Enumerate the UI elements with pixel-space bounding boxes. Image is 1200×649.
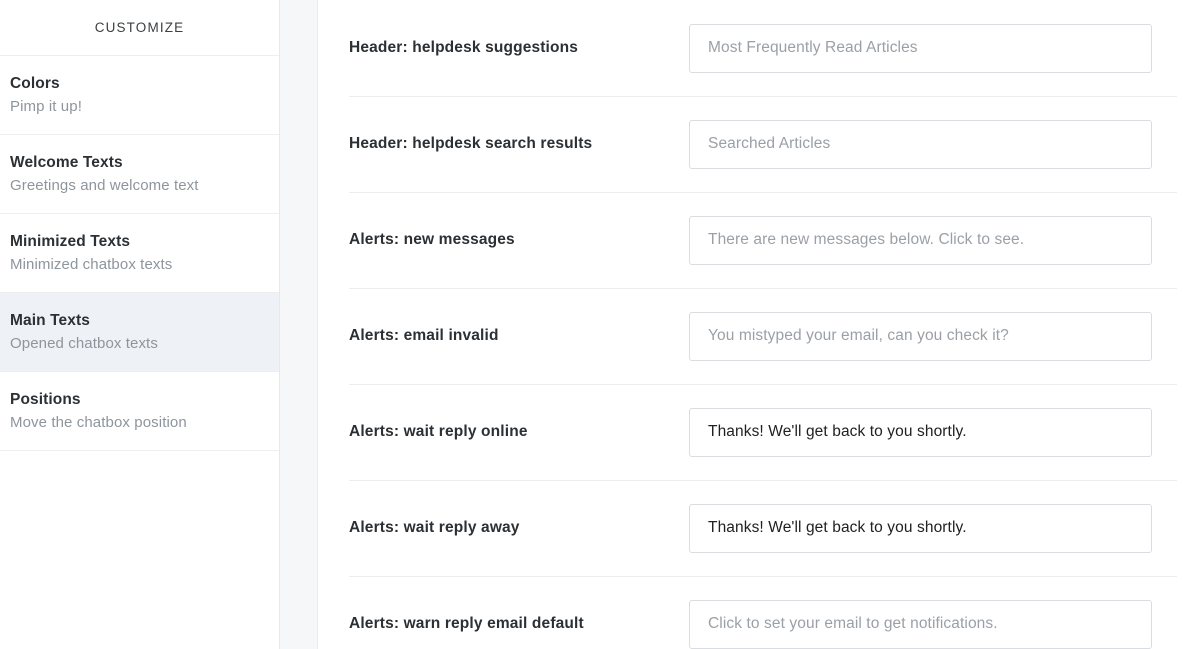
sidebar-item-subtitle: Greetings and welcome text xyxy=(10,176,199,194)
input-alerts-wait-reply-away[interactable]: Thanks! We'll get back to you shortly. xyxy=(689,503,1152,553)
sidebar-item-title: Positions xyxy=(10,390,81,408)
sidebar-item-subtitle: Move the chatbox position xyxy=(10,413,187,431)
input-header-helpdesk-search-results[interactable]: Searched Articles xyxy=(689,119,1152,169)
settings-form: Header: helpdesk suggestions Most Freque… xyxy=(318,0,1200,649)
sidebar-item-subtitle: Minimized chatbox texts xyxy=(10,255,173,273)
sidebar-header-title: CUSTOMIZE xyxy=(94,20,185,35)
sidebar-item-title: Minimized Texts xyxy=(10,232,131,250)
main-content: Header: helpdesk suggestions Most Freque… xyxy=(318,0,1200,649)
sidebar-nav-list: Colors Pimp it up! Welcome Texts Greetin… xyxy=(0,56,279,451)
input-alerts-wait-reply-online[interactable]: Thanks! We'll get back to you shortly. xyxy=(689,407,1152,457)
form-row: Alerts: wait reply online Thanks! We'll … xyxy=(349,384,1200,480)
input-alerts-warn-reply-email-default[interactable]: Click to set your email to get notificat… xyxy=(689,599,1152,649)
sidebar-item-minimized-texts[interactable]: Minimized Texts Minimized chatbox texts xyxy=(0,214,279,293)
form-label-alerts-email-invalid: Alerts: email invalid xyxy=(349,327,499,344)
form-row: Header: helpdesk search results Searched… xyxy=(349,96,1200,192)
form-label-alerts-new-messages: Alerts: new messages xyxy=(349,231,515,248)
sidebar-item-subtitle: Opened chatbox texts xyxy=(10,334,158,352)
sidebar-item-main-texts[interactable]: Main Texts Opened chatbox texts xyxy=(0,293,279,372)
input-alerts-new-messages[interactable]: There are new messages below. Click to s… xyxy=(689,215,1152,265)
input-value-text: Click to set your email to get notificat… xyxy=(708,615,998,632)
form-label-header-helpdesk-search-results: Header: helpdesk search results xyxy=(349,135,593,152)
form-label-alerts-wait-reply-online: Alerts: wait reply online xyxy=(349,423,528,440)
input-value-text: Thanks! We'll get back to you shortly. xyxy=(708,423,967,440)
form-row: Alerts: warn reply email default Click t… xyxy=(349,576,1200,649)
sidebar: CUSTOMIZE Colors Pimp it up! Welcome Tex… xyxy=(0,0,280,649)
input-value-text: Most Frequently Read Articles xyxy=(708,39,918,56)
form-row: Alerts: wait reply away Thanks! We'll ge… xyxy=(349,480,1200,576)
input-alerts-email-invalid[interactable]: You mistyped your email, can you check i… xyxy=(689,311,1152,361)
sidebar-item-title: Welcome Texts xyxy=(10,153,123,171)
form-label-alerts-warn-reply-email-default: Alerts: warn reply email default xyxy=(349,615,584,632)
form-row: Alerts: new messages There are new messa… xyxy=(349,192,1200,288)
sidebar-header: CUSTOMIZE xyxy=(0,0,279,56)
form-label-alerts-wait-reply-away: Alerts: wait reply away xyxy=(349,519,520,536)
sidebar-item-title: Colors xyxy=(10,74,60,92)
sidebar-item-colors[interactable]: Colors Pimp it up! xyxy=(0,56,279,135)
input-header-helpdesk-suggestions[interactable]: Most Frequently Read Articles xyxy=(689,23,1152,73)
sidebar-item-positions[interactable]: Positions Move the chatbox position xyxy=(0,372,279,451)
sidebar-item-welcome-texts[interactable]: Welcome Texts Greetings and welcome text xyxy=(0,135,279,214)
input-value-text: Thanks! We'll get back to you shortly. xyxy=(708,519,967,536)
input-value-text: You mistyped your email, can you check i… xyxy=(708,327,1009,344)
customize-settings-page: CUSTOMIZE Colors Pimp it up! Welcome Tex… xyxy=(0,0,1200,649)
panel-gutter xyxy=(280,0,318,649)
form-label-header-helpdesk-suggestions: Header: helpdesk suggestions xyxy=(349,39,579,56)
form-row: Header: helpdesk suggestions Most Freque… xyxy=(349,0,1200,96)
input-value-text: Searched Articles xyxy=(708,135,831,152)
sidebar-item-title: Main Texts xyxy=(10,311,90,329)
sidebar-item-subtitle: Pimp it up! xyxy=(10,97,82,115)
input-value-text: There are new messages below. Click to s… xyxy=(708,231,1025,248)
form-row: Alerts: email invalid You mistyped your … xyxy=(349,288,1200,384)
